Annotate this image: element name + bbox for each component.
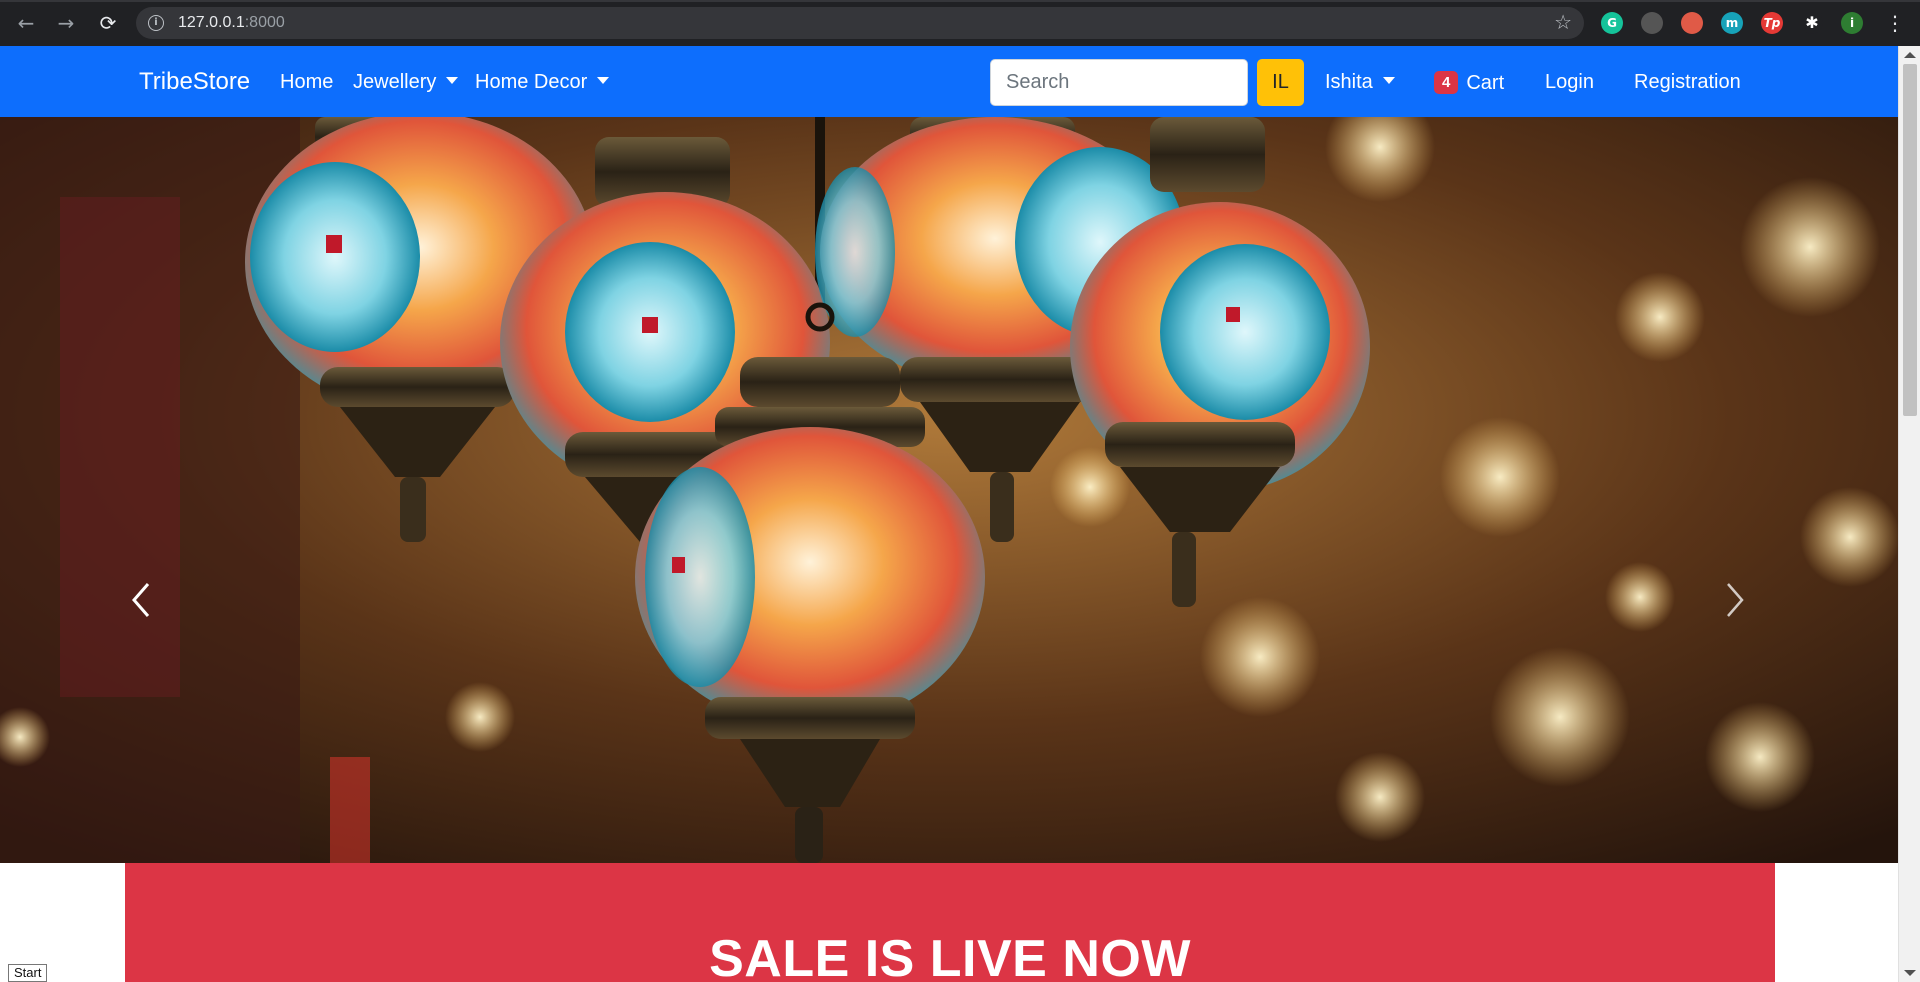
reload-icon[interactable]: ⟳: [95, 10, 121, 36]
user-dropdown[interactable]: Ishita: [1325, 71, 1395, 94]
cart-label: Cart: [1466, 72, 1505, 94]
tp-extension-icon[interactable]: Tp: [1761, 12, 1783, 34]
tab-strip-edge: [0, 0, 1920, 2]
user-name: Ishita: [1325, 71, 1373, 93]
grammarly-extension-icon[interactable]: G: [1601, 12, 1623, 34]
site-navbar: TribeStore Home Jewellery Home Decor IL …: [0, 46, 1898, 117]
puzzle-extensions-icon[interactable]: ✱: [1801, 12, 1823, 34]
carousel-next-button[interactable]: [1716, 569, 1756, 629]
chevron-left-icon: [132, 583, 150, 617]
brand-link[interactable]: TribeStore: [139, 68, 250, 96]
url-port: :8000: [244, 14, 285, 31]
m-extension-icon[interactable]: m: [1721, 12, 1743, 34]
registration-link[interactable]: Registration: [1634, 71, 1741, 94]
chevron-right-icon: [1727, 583, 1744, 617]
page-scrollbar[interactable]: [1898, 46, 1920, 982]
scrollbar-thumb[interactable]: [1903, 64, 1917, 416]
url-host: 127.0.0.1: [178, 14, 245, 31]
url-text[interactable]: 127.0.0.1:8000: [178, 14, 285, 32]
address-bar[interactable]: i 127.0.0.1:8000 ☆: [136, 7, 1584, 39]
browser-toolbar: ← → ⟳ i 127.0.0.1:8000 ☆ G m Tp ✱ i ⋮: [0, 0, 1920, 46]
sale-banner: SALE IS LIVE NOW: [125, 863, 1775, 982]
nav-home-decor-label: Home Decor: [475, 71, 588, 93]
cart-link[interactable]: 4 Cart: [1434, 71, 1504, 95]
lamps-image: [0, 117, 1898, 863]
nav-home-link[interactable]: Home: [280, 71, 333, 94]
site-info-icon[interactable]: i: [148, 15, 164, 31]
hero-carousel: [0, 117, 1898, 863]
back-icon[interactable]: ←: [13, 10, 39, 36]
cart-count-badge: 4: [1434, 71, 1459, 94]
scroll-up-arrow-icon[interactable]: [1904, 52, 1916, 58]
start-status-label: Start: [8, 964, 48, 982]
glasses-extension-icon[interactable]: [1681, 12, 1703, 34]
pen-extension-icon[interactable]: [1641, 12, 1663, 34]
search-input[interactable]: [990, 59, 1248, 106]
profile-avatar-icon[interactable]: i: [1841, 12, 1863, 34]
login-link[interactable]: Login: [1545, 71, 1594, 94]
nav-jewellery-label: Jewellery: [353, 71, 437, 93]
carousel-prev-button[interactable]: [120, 569, 160, 629]
sale-heading: SALE IS LIVE NOW: [709, 930, 1191, 982]
nav-jewellery-dropdown[interactable]: Jewellery: [353, 71, 459, 94]
bookmark-star-icon[interactable]: ☆: [1554, 10, 1572, 34]
forward-icon[interactable]: →: [53, 10, 79, 36]
browser-menu-icon[interactable]: ⋮: [1882, 10, 1908, 36]
caret-down-icon: [597, 77, 610, 84]
caret-down-icon: [1382, 77, 1395, 84]
search-submit-button[interactable]: IL: [1257, 59, 1304, 106]
caret-down-icon: [446, 77, 459, 84]
nav-home-decor-dropdown[interactable]: Home Decor: [475, 71, 610, 94]
scroll-down-arrow-icon[interactable]: [1904, 970, 1916, 976]
